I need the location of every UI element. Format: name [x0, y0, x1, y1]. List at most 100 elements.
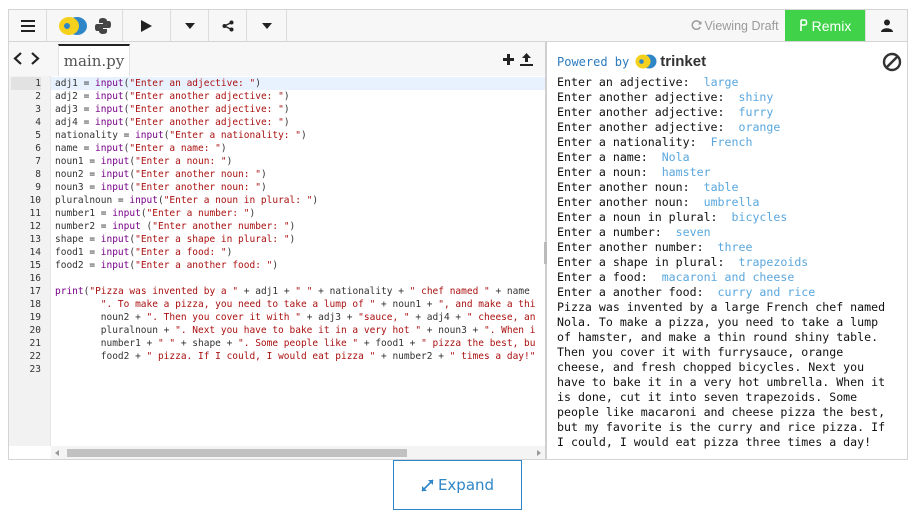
console-prompt-line: Enter a nationality: French	[557, 135, 903, 150]
code-token: "Enter another noun: "	[135, 169, 261, 180]
remix-button[interactable]: Remix	[785, 10, 865, 41]
code-line[interactable]: nationality = input("Enter a nationality…	[55, 129, 307, 142]
code-token: " cheese, an	[466, 312, 536, 323]
expand-arrows-icon	[421, 478, 434, 492]
code-line[interactable]: noun2 = input("Enter another noun: ")	[55, 168, 267, 181]
code-line[interactable]: name = input("Enter a name: ")	[55, 142, 227, 155]
line-number: 17	[29, 286, 41, 297]
line-number: 11	[29, 208, 41, 219]
chevron-left-icon[interactable]	[13, 52, 24, 65]
code-line[interactable]: adj1 = input("Enter an adjective: ")	[55, 77, 261, 90]
code-token: " pizza the best, bu	[421, 338, 536, 349]
code-line[interactable]: print("Pizza was invented by a " + adj1 …	[55, 285, 530, 298]
code-line[interactable]: number1 + " " + shape + ". Some people l…	[55, 337, 536, 350]
console-prompt-line: Enter another adjective: orange	[557, 120, 903, 135]
code-line[interactable]: adj2 = input("Enter another adjective: "…	[55, 90, 290, 103]
run-button[interactable]	[123, 10, 171, 41]
code-token: pluralnoun =	[55, 195, 130, 206]
code-token: ". Next you have to bake it in a very ho…	[175, 325, 422, 336]
code-token: ". Some people like "	[238, 338, 359, 349]
code-line[interactable]: pluralnoun = input("Enter a noun in plur…	[55, 194, 318, 207]
code-token: input	[95, 117, 124, 128]
story-line: Pizza was invented by a large French che…	[557, 300, 886, 314]
code-token: " "	[157, 338, 176, 349]
horizontal-scrollbar[interactable]	[51, 446, 545, 459]
user-input-text: orange	[738, 120, 781, 134]
code-token: food2 +	[55, 351, 147, 362]
viewing-draft-toggle[interactable]: Viewing Draft	[685, 10, 785, 41]
remix-label: Remix	[811, 17, 852, 34]
line-number: 6	[35, 143, 41, 154]
code-line[interactable]: food2 = input("Enter a another food: ")	[55, 259, 278, 272]
code-line[interactable]: pluralnoun + ". Next you have to bake it…	[55, 324, 536, 337]
prompt-text: Enter a name:	[557, 150, 662, 164]
stop-icon[interactable]	[882, 52, 902, 72]
user-input-text: umbrella	[703, 195, 760, 209]
add-file-icon[interactable]	[503, 54, 514, 65]
share-button[interactable]	[209, 10, 247, 41]
line-number: 16	[29, 273, 41, 284]
code-line[interactable]: adj4 = input("Enter another adjective: "…	[55, 116, 290, 129]
console-prompt-line: Enter a name: Nola	[557, 150, 903, 165]
python-logo-icon	[94, 17, 111, 34]
language-button[interactable]	[47, 10, 123, 41]
line-number: 13	[29, 234, 41, 245]
code-line[interactable]: adj3 = input("Enter another adjective: "…	[55, 103, 290, 116]
code-token: )	[226, 247, 233, 258]
code-token: ". When i	[483, 325, 536, 336]
scroll-left-arrow-icon[interactable]	[55, 450, 59, 456]
user-input-text: furry	[738, 105, 774, 119]
tab-main-py[interactable]: main.py	[58, 44, 130, 76]
console-output[interactable]: Enter an adjective: large Enter another a…	[557, 75, 903, 450]
code-token: input	[100, 156, 130, 167]
code-token: "Enter another adjective: "	[129, 104, 284, 115]
code-token: (	[140, 221, 153, 232]
line-number: 10	[29, 195, 41, 206]
code-line[interactable]: noun1 = input("Enter a noun: ")	[55, 155, 232, 168]
code-area[interactable]: adj1 = input("Enter an adjective: ") adj2…	[51, 76, 545, 446]
code-token: )	[260, 169, 267, 180]
scroll-right-arrow-icon[interactable]	[537, 450, 541, 456]
code-token: + number2 +	[375, 351, 450, 362]
code-token: input	[100, 182, 130, 193]
code-line[interactable]: food1 = input("Enter a food: ")	[55, 246, 232, 259]
user-input-text: seven	[675, 225, 711, 239]
code-line[interactable]: food2 + " pizza. If I could, I would eat…	[55, 350, 536, 363]
scrollbar-thumb[interactable]	[67, 449, 407, 457]
code-token: + food1 +	[358, 338, 422, 349]
chevron-right-icon[interactable]	[29, 52, 40, 65]
upload-icon[interactable]	[520, 53, 533, 66]
menu-button[interactable]	[9, 10, 47, 41]
story-line: but my favorite is the curry and rice pi…	[557, 420, 886, 434]
code-token: input	[95, 91, 124, 102]
code-token: food1 =	[55, 247, 101, 258]
hamburger-menu-icon	[20, 19, 35, 32]
code-line[interactable]: shape = input("Enter a shape in plural: …	[55, 233, 295, 246]
prompt-text: Enter another adjective:	[557, 90, 739, 104]
code-line[interactable]: number1 = input("Enter a number: ")	[55, 207, 255, 220]
code-token: input	[95, 143, 124, 154]
user-button[interactable]	[865, 10, 907, 41]
code-token: + name	[489, 286, 530, 297]
code-editor-panel: main.py 1 2 3 4 5 6 7 8 9 10 11 12 13 14 15 16 17 18 19 20 2…	[9, 42, 545, 459]
code-line[interactable]: noun3 = input("Enter another noun: ")	[55, 181, 267, 194]
prompt-text: Enter another number:	[557, 240, 718, 254]
code-token: adj3 =	[55, 104, 96, 115]
expand-button[interactable]: Expand	[393, 460, 522, 510]
share-options-dropdown[interactable]	[247, 10, 287, 41]
code-line[interactable]: number2 = input ("Enter another number: …	[55, 220, 295, 233]
code-token: adj4 =	[55, 117, 96, 128]
viewing-draft-label: Viewing Draft	[704, 18, 779, 33]
code-line[interactable]: ". To make a pizza, you need to take a l…	[55, 298, 536, 311]
code-token: "Enter a name: "	[129, 143, 221, 154]
code-token: "Enter a noun in plural: "	[163, 195, 313, 206]
code-token: )	[283, 117, 290, 128]
code-token: "Enter a food: "	[135, 247, 227, 258]
line-number: 23	[29, 364, 41, 375]
run-options-dropdown[interactable]	[171, 10, 209, 41]
code-line[interactable]: noun2 + ". Then you cover it with " + ad…	[55, 311, 536, 324]
powered-by-trinket[interactable]: Powered by trinket	[557, 53, 706, 70]
prompt-list: Enter an adjective: large Enter another a…	[557, 75, 903, 300]
code-token: input	[129, 195, 158, 206]
prompt-text: Enter a another food:	[557, 285, 718, 299]
